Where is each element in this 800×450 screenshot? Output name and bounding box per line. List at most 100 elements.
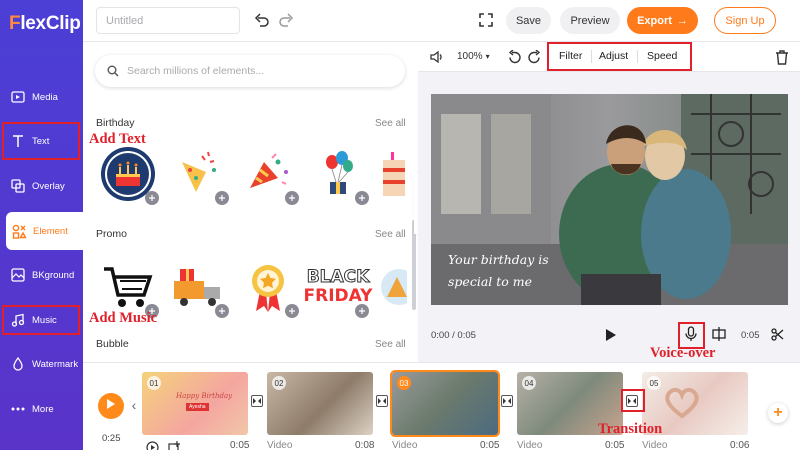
- annotation-add-music: Add Music: [89, 310, 158, 326]
- search-icon: [107, 65, 119, 77]
- current-time: 0:00 / 0:05: [431, 330, 476, 341]
- caption-line-2[interactable]: special to me: [448, 274, 532, 289]
- app-logo[interactable]: FlexClip: [9, 13, 81, 35]
- trash-icon[interactable]: [773, 48, 791, 66]
- timeline-total-time: 0:25: [102, 433, 121, 444]
- sidebar-item-label: Watermark: [32, 358, 79, 370]
- play-small-icon[interactable]: [145, 440, 159, 450]
- clip-duration: 0:05: [741, 330, 760, 341]
- party-popper-element[interactable]: [169, 145, 229, 205]
- top-bar: Untitled Save Preview Export → Sign Up: [83, 0, 800, 42]
- playback-bar: 0:00 / 0:05 0:05: [418, 320, 800, 362]
- sidebar-item-label: More: [32, 403, 54, 415]
- clip-card-title: Happy Birthday: [176, 392, 233, 400]
- black-friday-line1: BLACK: [306, 267, 370, 287]
- sidebar-item-media[interactable]: Media: [0, 78, 83, 116]
- timeline-play-button[interactable]: [98, 393, 124, 419]
- zoom-select[interactable]: 100% ▾: [457, 51, 490, 62]
- preview-canvas-area: Your birthday is special to me: [418, 72, 800, 320]
- annotation-box-tabs: [547, 42, 692, 71]
- video-preview[interactable]: Your birthday is special to me: [431, 94, 788, 305]
- undo-icon[interactable]: [253, 11, 271, 29]
- timeline-clip-selected[interactable]: 03: [390, 370, 500, 437]
- sign-up-button[interactable]: Sign Up: [714, 7, 776, 34]
- star-badge-element[interactable]: [239, 258, 299, 318]
- sidebar-item-overlay[interactable]: Overlay: [0, 167, 83, 205]
- caption-line-1[interactable]: Your birthday is: [448, 252, 549, 267]
- sidebar-item-element[interactable]: Element: [6, 212, 83, 250]
- animated-badge-icon: [145, 191, 159, 205]
- sidebar-item-watermark[interactable]: Watermark: [0, 345, 83, 383]
- preview-button[interactable]: Preview: [560, 7, 620, 34]
- delivery-truck-element[interactable]: [169, 258, 229, 318]
- balloons-gift-element[interactable]: [309, 145, 369, 205]
- element-search-input[interactable]: Search millions of elements...: [95, 55, 405, 87]
- export-button[interactable]: Export →: [627, 7, 698, 34]
- promo-partial-element[interactable]: [379, 258, 407, 316]
- animated-badge-icon: [355, 304, 369, 318]
- clip-number: 03: [397, 376, 411, 390]
- project-title-input[interactable]: Untitled: [96, 7, 240, 34]
- clip-duration: 0:06: [730, 440, 750, 450]
- save-button[interactable]: Save: [506, 7, 551, 34]
- timeline: 0:25 ‹ Happy Birthday Ayesha 01 0:05 02 …: [83, 362, 800, 450]
- clip-duration: 0:05: [480, 440, 500, 450]
- chevron-down-icon: ▾: [485, 52, 490, 61]
- clip-number: 01: [147, 376, 161, 390]
- party-hat-element[interactable]: [239, 145, 299, 205]
- see-all-birthday[interactable]: See all: [375, 118, 406, 129]
- sidebar-item-more[interactable]: More: [0, 390, 83, 428]
- zoom-value: 100%: [457, 51, 483, 62]
- clip-duration: 0:08: [355, 440, 375, 450]
- birthday-cake-element[interactable]: [99, 145, 159, 205]
- redo-icon[interactable]: [277, 11, 295, 29]
- sidebar-item-bkground[interactable]: BKground: [0, 256, 83, 294]
- watermark-icon: [10, 356, 26, 372]
- timeline-clip[interactable]: 02: [267, 372, 373, 435]
- split-icon[interactable]: [710, 325, 728, 343]
- volume-icon[interactable]: [428, 48, 446, 66]
- timeline-clip[interactable]: Happy Birthday Ayesha 01: [142, 372, 248, 435]
- section-title-birthday: Birthday: [96, 117, 135, 129]
- see-all-bubble[interactable]: See all: [375, 339, 406, 350]
- sidebar: FlexClip Media Text Overlay Element BKgr…: [0, 0, 83, 450]
- clip-duration: 0:05: [605, 440, 625, 450]
- clip-card-name: Ayesha: [186, 403, 209, 411]
- rotate-right-icon[interactable]: [525, 48, 543, 66]
- search-placeholder: Search millions of elements...: [127, 65, 265, 77]
- see-all-promo[interactable]: See all: [375, 229, 406, 240]
- add-media-icon[interactable]: [167, 440, 181, 450]
- section-title-promo: Promo: [96, 228, 127, 240]
- fullscreen-icon[interactable]: [477, 11, 495, 29]
- clip-type: Video: [392, 440, 418, 450]
- sidebar-item-label: Element: [33, 225, 68, 237]
- transition-icon[interactable]: [501, 395, 513, 407]
- annotation-box-text: [2, 122, 80, 160]
- arrow-right-icon: →: [676, 14, 688, 27]
- media-icon: [10, 89, 26, 105]
- annotation-box-transition: [621, 389, 645, 412]
- annotation-add-text: Add Text: [89, 131, 146, 147]
- rotate-left-icon[interactable]: [505, 48, 523, 66]
- more-icon: [10, 401, 26, 417]
- shopping-cart-element[interactable]: [99, 258, 159, 318]
- transition-icon[interactable]: [376, 395, 388, 407]
- annotation-box-music: [2, 305, 80, 335]
- black-friday-element[interactable]: BLACK FRIDAY: [304, 258, 373, 318]
- clip-number: 05: [647, 376, 661, 390]
- clip-number: 04: [522, 376, 536, 390]
- scissors-icon[interactable]: [768, 325, 786, 343]
- heart-hands-image: [665, 387, 699, 419]
- animated-badge-icon: [355, 191, 369, 205]
- add-clip-button[interactable]: +: [768, 403, 788, 423]
- animated-badge-icon: [215, 304, 229, 318]
- cake-slice-element[interactable]: [375, 145, 405, 203]
- sidebar-item-label: Overlay: [32, 180, 65, 192]
- overlay-icon: [10, 178, 26, 194]
- logo-text: lexClip: [20, 13, 81, 34]
- transition-icon[interactable]: [251, 395, 263, 407]
- export-label: Export: [637, 14, 672, 27]
- chevron-left-icon[interactable]: ‹: [128, 396, 140, 414]
- sidebar-item-label: Media: [32, 91, 58, 103]
- play-icon[interactable]: [602, 326, 620, 344]
